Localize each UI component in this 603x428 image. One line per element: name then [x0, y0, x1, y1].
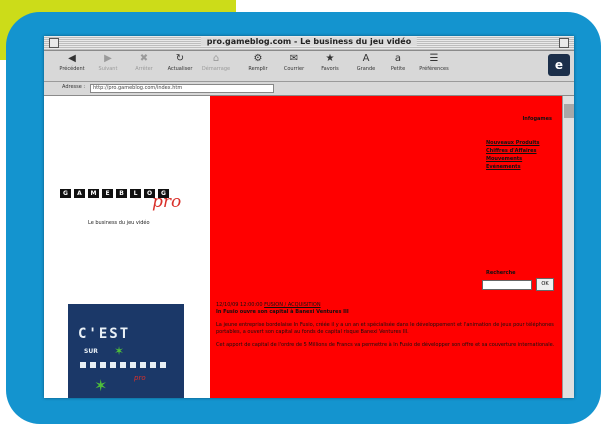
toolbar-button-label: Remplir	[248, 66, 268, 72]
logo-letter: E	[102, 189, 113, 198]
toolbar-button-label: Actualiser	[167, 66, 193, 72]
toolbar-button-label: Précédent	[59, 66, 85, 72]
news-article: 12/10/09 12:00:00 FUSION / ACQUISITION I…	[216, 302, 556, 355]
promo-subtitle: SUR	[84, 348, 98, 355]
logo-letter: B	[116, 189, 127, 198]
toolbar-button-3[interactable]: ↻ Actualiser	[162, 53, 198, 79]
site-tagline: Le business du jeu vidéo	[88, 220, 150, 226]
logo-letter: G	[60, 189, 71, 198]
toolbar-icon: A	[362, 53, 370, 64]
web-page: GAMEBLOG pro Le business du jeu vidéo C'…	[44, 96, 574, 398]
logo-pro-text: pro	[152, 192, 182, 212]
promo-pro-text: pro	[134, 374, 146, 382]
toolbar-button-7[interactable]: ★ Favoris	[312, 53, 348, 79]
star-icon: ✶	[94, 376, 108, 395]
promo-logo-strip	[80, 362, 170, 368]
search-input[interactable]	[482, 280, 532, 290]
toolbar-icon: ⌂	[212, 53, 220, 64]
toolbar-button-label: Arrêter	[135, 66, 153, 72]
close-box-icon[interactable]	[49, 38, 59, 48]
window-title: pro.gameblog.com - Le business du jeu vi…	[200, 37, 418, 46]
toolbar-button-label: Petite	[390, 66, 406, 72]
toolbar-button-label: Démarrage	[201, 66, 231, 72]
toolbar-button-label: Suivant	[98, 66, 118, 72]
toolbar-icon: ☰	[429, 53, 439, 64]
toolbar-button-4[interactable]: ⌂ Démarrage	[198, 53, 234, 79]
toolbar-button-6[interactable]: ✉ Courrier	[276, 53, 312, 79]
logo-letter: M	[88, 189, 99, 198]
toolbar-icon: ◀	[68, 53, 76, 64]
article-paragraph: La jeune entreprise bordelaise In Fusio,…	[216, 322, 554, 335]
toolbar-icon: ↻	[175, 53, 185, 64]
toolbar-button-8[interactable]: A Grande	[348, 53, 384, 79]
toolbar-button-2[interactable]: ✖ Arrêter	[126, 53, 162, 79]
search-button[interactable]: OK	[536, 278, 554, 291]
browser-window: pro.gameblog.com - Le business du jeu vi…	[44, 36, 574, 398]
toolbar-icon: ✉	[289, 53, 299, 64]
toolbar-icon: ▶	[104, 53, 112, 64]
toolbar-icon: ⚙	[253, 53, 263, 64]
toolbar-icon: ✖	[139, 53, 149, 64]
toolbar-button-10[interactable]: ☰ Préférences	[416, 53, 452, 79]
vertical-scrollbar[interactable]	[562, 96, 574, 398]
toolbar-button-0[interactable]: ◀ Précédent	[54, 53, 90, 79]
article-category-link[interactable]: FUSION / ACQUISITION	[264, 302, 320, 308]
browser-logo-icon: e	[548, 54, 570, 76]
toolbar-button-5[interactable]: ⚙ Remplir	[240, 53, 276, 79]
nav-links: Nouveaux Produits Chiffres d'Affaires Mo…	[486, 140, 546, 172]
toolbar-button-1[interactable]: ▶ Suivant	[90, 53, 126, 79]
article-date: 12/10/09 12:00:00	[216, 302, 263, 308]
toolbar-button-label: Courrier	[283, 66, 305, 72]
address-bar: Adresse : http://pro.gameblog.com/index.…	[44, 82, 574, 96]
star-icon: ✶	[114, 344, 125, 358]
promo-banner[interactable]: C'EST SUR ✶ ✶ pro	[68, 304, 184, 398]
nav-link-evenements[interactable]: Evénements	[486, 164, 546, 171]
toolbar-icon: ★	[325, 53, 335, 64]
toolbar: ◀ Précédent ▶ Suivant ✖ Arrêter ↻ Actualiser ⌂ Dé…	[44, 51, 574, 82]
main-content: Infogames Nouveaux Produits Chiffres d'A…	[210, 96, 562, 398]
address-label: Adresse :	[62, 84, 86, 90]
nav-link-mouvements[interactable]: Mouvements	[486, 156, 546, 163]
nav-link-chiffres[interactable]: Chiffres d'Affaires	[486, 148, 546, 155]
toolbar-button-9[interactable]: a Petite	[380, 53, 416, 79]
article-meta: 12/10/09 12:00:00 FUSION / ACQUISITION	[216, 302, 556, 309]
article-headline[interactable]: In Fusio ouvre son capital à Banexi Vent…	[216, 309, 556, 316]
title-bar[interactable]: pro.gameblog.com - Le business du jeu vi…	[44, 36, 574, 51]
article-paragraph: Cet apport de capital de l'ordre de 5 Mi…	[216, 342, 555, 348]
toolbar-button-label: Favoris	[321, 66, 339, 72]
logo-letter: L	[130, 189, 141, 198]
nav-link-produits[interactable]: Nouveaux Produits	[486, 140, 546, 147]
address-field[interactable]: http://pro.gameblog.com/index.htm	[90, 84, 274, 93]
scrollbar-thumb[interactable]	[564, 104, 574, 118]
logo-letter: A	[74, 189, 85, 198]
search-label: Recherche	[486, 270, 516, 276]
promo-title: C'EST	[78, 326, 131, 342]
left-column: GAMEBLOG pro Le business du jeu vidéo C'…	[44, 96, 210, 398]
zoom-box-icon[interactable]	[559, 38, 569, 48]
toolbar-button-label: Préférences	[419, 66, 449, 72]
section-label: Infogames	[522, 116, 552, 122]
toolbar-button-label: Grande	[356, 66, 376, 72]
toolbar-icon: a	[394, 53, 402, 64]
